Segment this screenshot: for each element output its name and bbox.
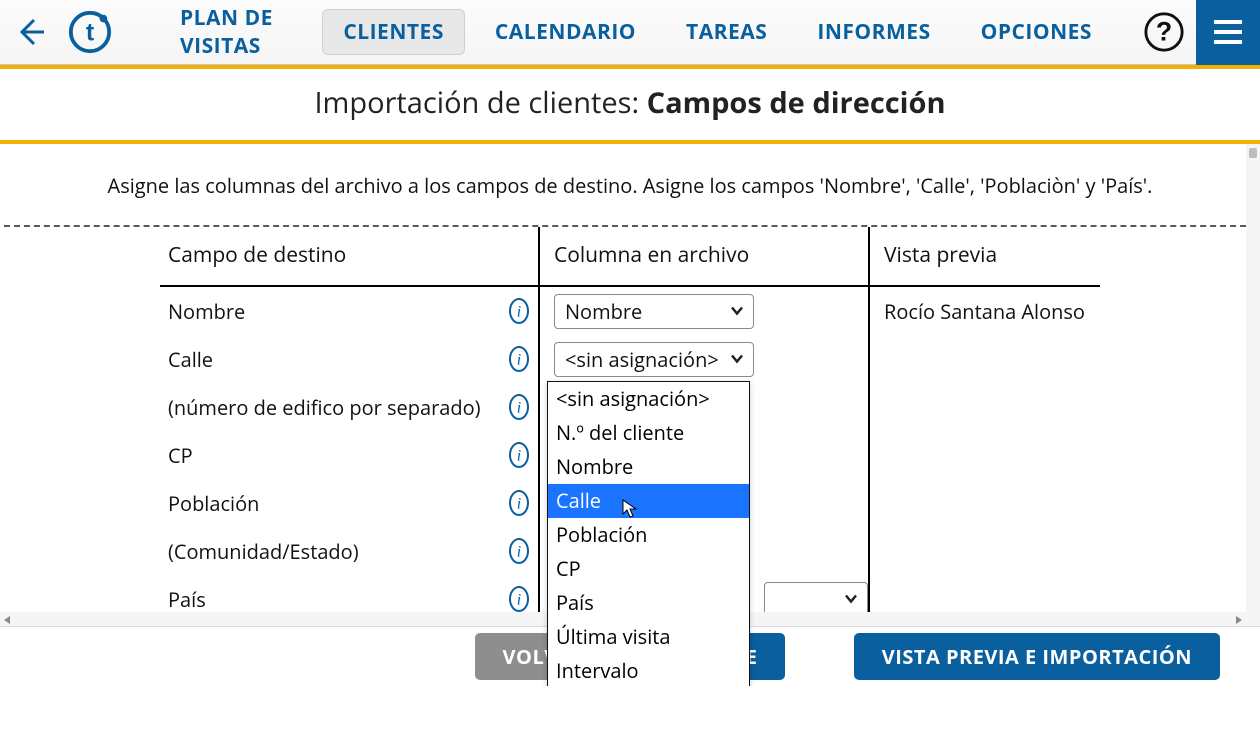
target-label: Población [168,490,259,517]
dropdown-option[interactable]: N.º del cliente [548,416,749,450]
select-value: Nombre [565,298,642,325]
instructions-text: Asigne las columnas del archivo a los ca… [0,144,1260,225]
select-calle[interactable]: <sin asignación> [554,342,754,377]
chevron-down-icon [843,586,859,613]
dropdown-option[interactable]: Población [548,518,749,552]
select-value: <sin asignación> [565,346,719,373]
page-title-bar: Importación de clientes: Campos de direc… [0,65,1260,144]
preview-edificio [870,383,1100,431]
info-icon[interactable]: i [508,537,530,566]
column-select-nombre: Nombre [540,287,870,335]
dropdown-option[interactable]: País [548,586,749,620]
body-area: Asigne las columnas del archivo a los ca… [0,144,1260,686]
dropdown-option[interactable]: CP [548,552,749,586]
help-button[interactable]: ? [1132,11,1196,53]
preview-nombre: Rocío Santana Alonso [870,287,1100,335]
info-icon[interactable]: i [508,345,530,374]
svg-text:i: i [517,448,521,465]
target-cp: CP i [160,431,540,479]
svg-text:t: t [86,19,94,47]
arrow-left-icon [14,16,46,48]
svg-text:i: i [517,352,521,369]
select-nombre[interactable]: Nombre [554,294,754,329]
target-calle: Calle i [160,335,540,383]
nav-plan-de-visitas[interactable]: PLAN DE VISITAS [160,0,312,68]
app-logo: t [60,9,120,55]
dropdown-option[interactable]: Intervalo [548,654,749,686]
svg-text:i: i [517,400,521,417]
info-icon[interactable]: i [508,585,530,614]
page-title: Importación de clientes: Campos de direc… [0,83,1260,122]
dropdown-option[interactable]: Nombre [548,450,749,484]
svg-text:i: i [517,592,521,609]
column-select-calle: <sin asignación> [540,335,870,383]
target-estado: (Comunidad/Estado) i [160,527,540,575]
preview-import-button[interactable]: VISTA PREVIA E IMPORTACIÓN [854,633,1220,680]
vertical-scrollbar[interactable] [1246,144,1260,626]
header-column: Columna en archivo [540,227,870,287]
chevron-down-icon [729,298,745,325]
page-title-bold: Campos de dirección [647,83,946,122]
menu-button[interactable] [1196,0,1260,65]
svg-text:i: i [517,496,521,513]
preview-estado [870,527,1100,575]
dropdown-option[interactable]: <sin asignación> [548,382,749,416]
dropdown-option[interactable]: Última visita [548,620,749,654]
target-label: CP [168,442,193,469]
nav-informes[interactable]: INFORMES [797,10,950,54]
info-icon[interactable]: i [508,441,530,470]
target-edificio: (número de edifico por separado) i [160,383,540,431]
info-icon[interactable]: i [508,393,530,422]
info-icon[interactable]: i [508,489,530,518]
chevron-down-icon [729,346,745,373]
page-title-prefix: Importación de clientes: [314,83,646,122]
header-target: Campo de destino [160,227,540,287]
target-nombre: Nombre i [160,287,540,335]
main-nav: PLAN DE VISITAS CLIENTES CALENDARIO TARE… [120,0,1132,68]
nav-clientes[interactable]: CLIENTES [322,9,465,55]
back-arrow-button[interactable] [0,16,60,48]
nav-opciones[interactable]: OPCIONES [961,10,1112,54]
header-preview: Vista previa [870,227,1100,287]
column-dropdown[interactable]: <sin asignación> N.º del cliente Nombre … [547,381,750,686]
hamburger-icon [1210,14,1246,50]
target-label: (Comunidad/Estado) [168,538,359,565]
target-poblacion: Población i [160,479,540,527]
svg-text:i: i [517,304,521,321]
nav-calendario[interactable]: CALENDARIO [475,10,656,54]
preview-cp [870,431,1100,479]
target-label: (número de edifico por separado) [168,394,481,421]
target-label: Calle [168,346,213,373]
target-label: Nombre [168,298,245,325]
nav-tareas[interactable]: TAREAS [666,10,787,54]
top-nav-bar: t PLAN DE VISITAS CLIENTES CALENDARIO TA… [0,0,1260,65]
preview-calle [870,335,1100,383]
svg-text:i: i [517,544,521,561]
info-icon[interactable]: i [508,297,530,326]
target-label: País [168,586,206,613]
svg-text:?: ? [1156,17,1172,47]
dropdown-option-highlighted[interactable]: Calle [548,484,749,518]
preview-poblacion [870,479,1100,527]
help-icon: ? [1143,11,1185,53]
